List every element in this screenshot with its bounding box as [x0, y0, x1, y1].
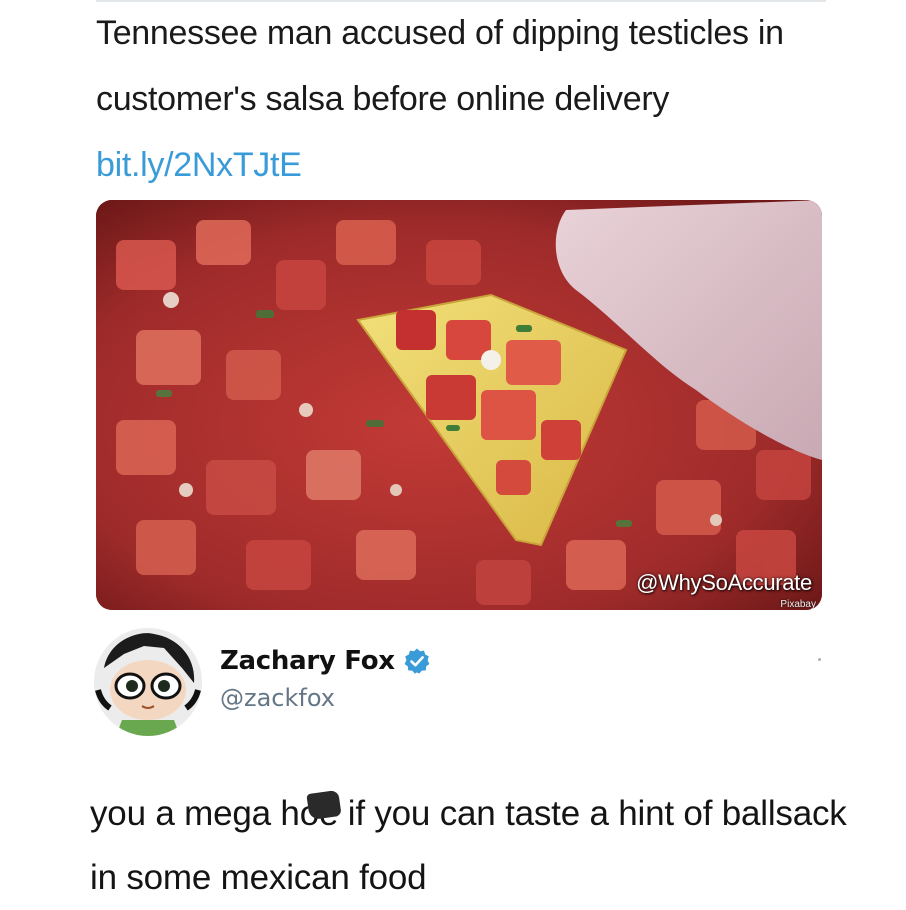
watermark: @WhySoAccurate [636, 570, 812, 595]
salsa-illustration [96, 200, 822, 610]
censor-blot [306, 789, 342, 821]
more-options-icon[interactable] [818, 658, 821, 661]
censored-word: oe [300, 782, 342, 846]
tweet-text-start: you a mega h [90, 794, 300, 833]
linked-headline: Tennessee man accused of dipping testicl… [96, 0, 816, 198]
account-name-row: Zachary Fox [220, 643, 431, 679]
cartoon-avatar-icon [94, 628, 202, 736]
salsa-photo[interactable]: @WhySoAccurate Pixabay [96, 200, 822, 610]
display-name[interactable]: Zachary Fox [220, 646, 395, 676]
headline-link[interactable]: bit.ly/2NxTJtE [96, 146, 302, 184]
image-credit: Pixabay [780, 599, 816, 610]
verified-badge-icon [403, 647, 431, 675]
avatar[interactable] [94, 628, 202, 736]
headline-text: Tennessee man accused of dipping testicl… [96, 14, 784, 118]
tweet-text: you a mega hoe if you can taste a hint o… [90, 782, 870, 910]
handle[interactable]: @zackfox [220, 684, 335, 712]
